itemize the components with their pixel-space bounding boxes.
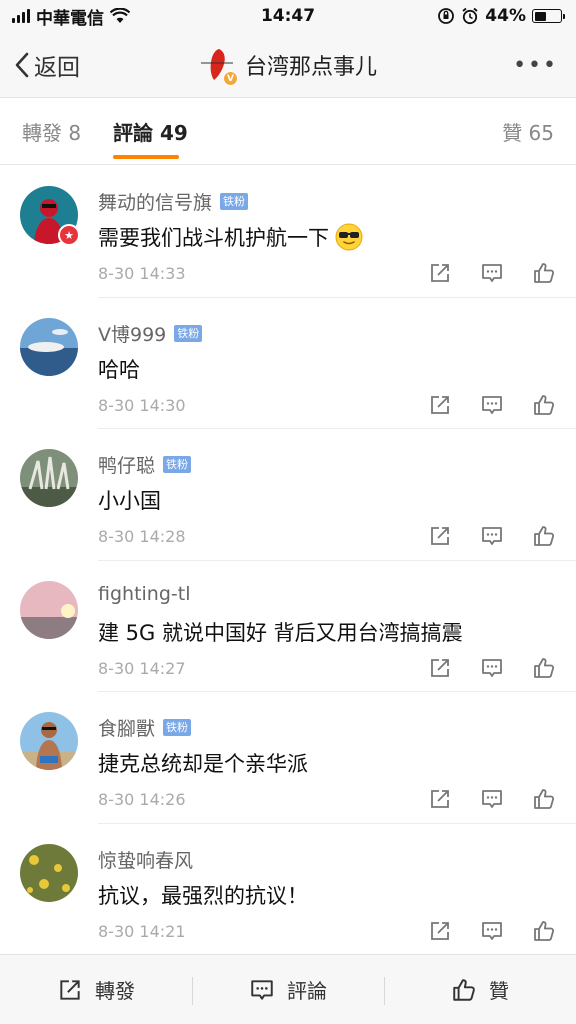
account-name: 台湾那点事儿 (244, 55, 377, 80)
comment-time: 8-30 14:26 (98, 790, 186, 809)
like-icon[interactable] (532, 524, 556, 548)
share-icon[interactable] (428, 524, 452, 548)
repost-icon (60, 979, 80, 1000)
comment-item: 鸭仔聪 铁粉 小小国 8-30 14:28 (0, 429, 576, 561)
comment-text: 建 5G 就说中国好 背后又用台湾搞搞震 (98, 620, 463, 645)
wifi-icon (110, 8, 130, 23)
fan-badge: 铁粉 (163, 719, 192, 736)
comment-icon[interactable] (480, 261, 504, 285)
like-icon[interactable] (532, 919, 556, 943)
comment-item: V博999 铁粉 哈哈 8-30 14:30 (0, 298, 576, 429)
repost-button[interactable]: 轉發 (0, 955, 192, 1024)
fan-badge: 铁粉 (220, 193, 249, 210)
share-icon[interactable] (428, 787, 452, 811)
more-options-button[interactable]: ••• (513, 32, 558, 98)
like-icon[interactable] (532, 393, 556, 417)
comment-icon[interactable] (480, 656, 504, 680)
battery-percentage: 44% (485, 6, 526, 26)
comment-time: 8-30 14:27 (98, 658, 186, 678)
share-icon[interactable] (428, 656, 452, 680)
status-bar-right: 44% (437, 6, 565, 26)
comment-item: fighting-tl 建 5G 就说中国好 背后又用台湾搞搞震 8-30 14… (0, 561, 576, 692)
alarm-icon (462, 7, 478, 25)
status-bar: 中華電信 14:47 44% (0, 0, 576, 32)
comment-actions (428, 261, 556, 285)
status-time: 14:47 (260, 6, 316, 26)
avatar-star-badge-icon: ★ (58, 224, 80, 246)
battery-fill (534, 11, 546, 21)
like-icon (453, 978, 475, 1001)
status-bar-left: 中華電信 (12, 4, 130, 29)
comment-text: 捷克总统却是个亲华派 (98, 752, 308, 776)
fan-badge: 铁粉 (163, 456, 192, 473)
comment-text: 哈哈 (98, 357, 140, 382)
tab-comments[interactable]: 評論 49 (113, 117, 188, 146)
comment-button[interactable]: 評論 (192, 955, 384, 1024)
comment-icon[interactable] (480, 393, 504, 417)
bottom-action-bar: 轉發 評論 贊 (0, 954, 576, 1024)
comment-actions (428, 919, 556, 943)
tab-likes[interactable]: 贊 65 (502, 117, 554, 146)
cellular-signal-icon (12, 9, 30, 23)
avatar[interactable] (20, 843, 78, 902)
comment-text-row: 需要我们战斗机护航一下 (98, 222, 363, 252)
share-icon[interactable] (428, 919, 452, 943)
comment-time: 8-30 14:21 (98, 921, 186, 941)
comment-list: ★ 舞动的信号旗 铁粉 需要我们战斗机护航一下 8-30 14:33 V博999… (0, 166, 576, 955)
comment-time: 8-30 14:30 (98, 395, 186, 415)
comment-item: 食腳獸 铁粉 捷克总统却是个亲华派 8-30 14:26 (0, 692, 576, 824)
comment-item: 惊蛰响春风 抗议，最强烈的抗议！ 8-30 14:21 (0, 824, 576, 956)
active-tab-indicator (113, 155, 179, 159)
comment-text: 小小国 (98, 489, 161, 513)
comment-actions (428, 656, 556, 680)
commenter-name[interactable]: 鸭仔聪 (98, 451, 155, 478)
orientation-lock-icon (438, 8, 455, 24)
commenter-name[interactable]: V博999 (98, 320, 166, 347)
comment-time: 8-30 14:28 (98, 527, 186, 546)
fan-badge: 铁粉 (174, 324, 203, 342)
like-icon[interactable] (532, 261, 556, 285)
commenter-name[interactable]: 惊蛰响春风 (98, 846, 193, 873)
commenter-name[interactable]: fighting-tl (98, 583, 191, 605)
share-icon[interactable] (428, 261, 452, 285)
carrier-name: 中華電信 (36, 8, 104, 29)
avatar[interactable] (20, 449, 78, 507)
like-icon[interactable] (532, 656, 556, 680)
like-icon[interactable] (532, 787, 556, 811)
comment-actions (428, 787, 556, 811)
comment-actions (428, 524, 556, 548)
comment-label: 評論 (287, 979, 327, 1003)
verified-badge-icon: V (222, 71, 238, 86)
battery-icon (532, 9, 565, 23)
commenter-name[interactable]: 食腳獸 (98, 714, 155, 741)
avatar[interactable] (20, 580, 78, 639)
like-button[interactable]: 贊 (384, 955, 576, 1024)
share-icon[interactable] (428, 393, 452, 417)
navigation-bar: 返回 V 台湾那点事儿 ••• (0, 32, 576, 98)
comment-icon[interactable] (480, 787, 504, 811)
avatar[interactable] (20, 712, 78, 770)
comment-time: 8-30 14:33 (98, 264, 186, 283)
comment-icon (251, 979, 273, 1000)
comment-icon[interactable] (480, 919, 504, 943)
avatar[interactable] (20, 317, 78, 376)
comment-text: 需要我们战斗机护航一下 (98, 226, 329, 250)
comment-actions (428, 393, 556, 417)
account-logo: V (199, 47, 238, 86)
comment-text: 抗议，最强烈的抗议！ (98, 883, 308, 908)
nav-title[interactable]: V 台湾那点事儿 (0, 32, 576, 98)
tab-bar: 轉發 8 評論 49 贊 65 (0, 99, 576, 165)
cool-sunglasses-emoji-icon (335, 223, 363, 251)
more-dots-icon: ••• (513, 52, 558, 78)
like-label: 贊 (489, 979, 509, 1003)
commenter-name[interactable]: 舞动的信号旗 (98, 188, 212, 215)
comment-item: ★ 舞动的信号旗 铁粉 需要我们战斗机护航一下 8-30 14:33 (0, 166, 576, 298)
repost-label: 轉發 (95, 979, 135, 1003)
tab-repost[interactable]: 轉發 8 (22, 117, 81, 146)
comment-icon[interactable] (480, 524, 504, 548)
